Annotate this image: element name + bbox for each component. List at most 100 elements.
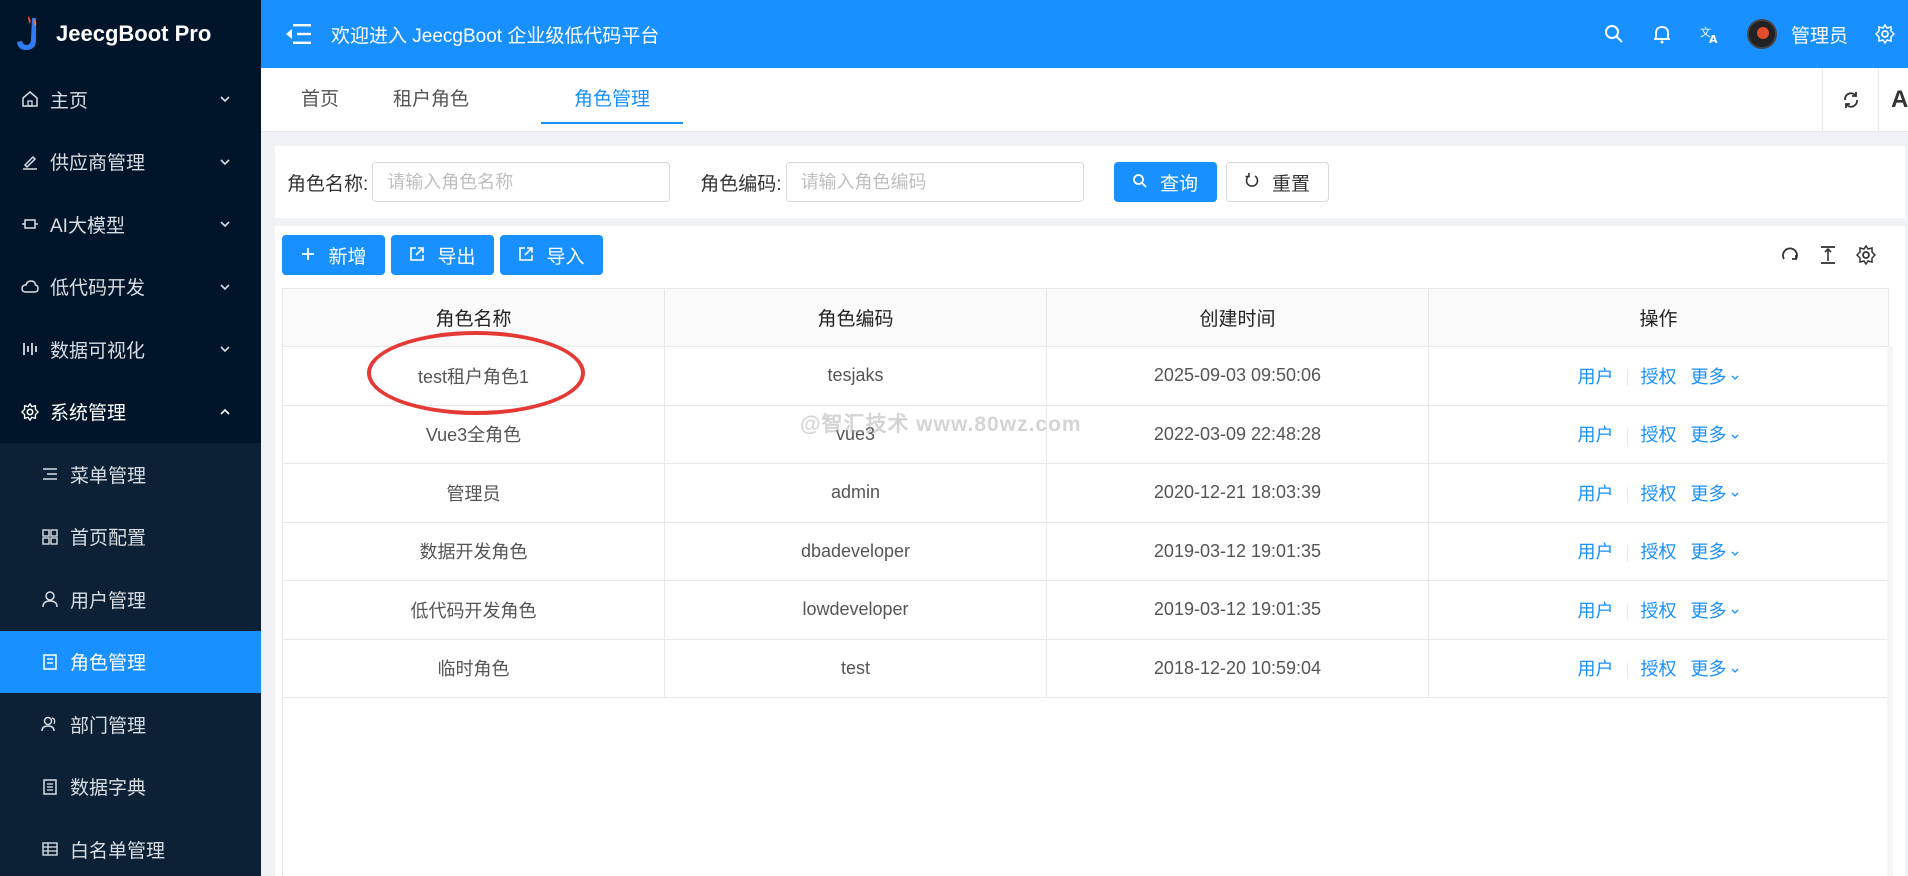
users-link[interactable]: 用户 [1578,659,1614,679]
authorize-link[interactable]: 授权 [1641,601,1677,621]
settings-icon[interactable] [1853,242,1879,268]
chevron-up-icon [220,408,230,415]
refresh-tab-button[interactable] [1822,68,1878,132]
more-dropdown[interactable]: 更多 [1691,601,1740,621]
role-name-input[interactable] [372,162,671,202]
users-link[interactable]: 用户 [1578,542,1614,562]
more-dropdown[interactable]: 更多 [1691,484,1740,504]
role-code-cell: lowdeveloper [664,580,1047,640]
sidebar-item-3[interactable]: 低代码开发 [0,256,261,319]
menu-list-icon [40,464,60,484]
add-button-label: 新增 [328,246,367,268]
username[interactable]: 管理员 [1791,21,1848,48]
sidebar-subitem-1[interactable]: 首页配置 [0,506,261,569]
department-icon [40,714,60,734]
dictionary-icon [40,777,60,797]
import-button[interactable]: 导入 [500,235,603,275]
import-icon [518,246,536,264]
table-row[interactable]: Vue3全角色 vue3 2022-03-09 22:48:28 用户 授权 更多 [282,405,1889,464]
table-scrollbar[interactable] [1887,346,1893,876]
actions-cell: 用户 授权 更多 [1428,463,1889,523]
sidebar-subitem-4[interactable]: 部门管理 [0,693,261,756]
action-divider [1626,545,1628,562]
ai-button[interactable]: Ai [1878,68,1908,132]
sidebar-subitem-label: 用户管理 [70,590,147,612]
table-row[interactable]: 临时角色 test 2018-12-20 10:59:04 用户 授权 更多 [282,639,1889,698]
column-header-role-name[interactable]: 角色名称 [282,288,665,347]
bell-icon[interactable] [1651,23,1673,45]
reset-button[interactable]: 重置 [1225,162,1329,202]
jeecg-logo-icon [17,16,37,50]
users-link[interactable]: 用户 [1578,367,1614,387]
sidebar-item-5[interactable]: 系统管理 [0,381,261,444]
sidebar-subitem-3[interactable]: 角色管理 [0,630,261,693]
chevron-down-icon [1731,375,1738,380]
table-icon [40,839,60,859]
table-row[interactable]: 管理员 admin 2020-12-21 18:03:39 用户 授权 更多 [282,463,1889,523]
authorize-link[interactable]: 授权 [1641,659,1677,679]
more-dropdown[interactable]: 更多 [1691,367,1740,387]
tab-role-management[interactable]: 角色管理 [541,68,683,124]
top-header: 欢迎进入 JeecgBoot 企业级低代码平台 文A 管理员 [261,0,1908,68]
sidebar-subitem-label: 菜单管理 [70,465,147,487]
query-button[interactable]: 查询 [1113,162,1217,202]
sidebar-subitem-0[interactable]: 菜单管理 [0,443,261,506]
role-icon [40,652,60,672]
users-link[interactable]: 用户 [1578,484,1614,504]
users-link[interactable]: 用户 [1578,601,1614,621]
role-name-cell: Vue3全角色 [282,405,665,464]
table-row[interactable]: 低代码开发角色 lowdeveloper 2019-03-12 19:01:35 用户… [282,580,1889,640]
more-label: 更多 [1690,483,1727,504]
chevron-down-icon [1731,551,1738,556]
reset-button-label: 重置 [1272,173,1311,195]
more-dropdown[interactable]: 更多 [1691,425,1740,445]
more-label: 更多 [1690,425,1727,446]
users-link[interactable]: 用户 [1578,425,1614,445]
table-row[interactable]: 数据开发角色 dbadeveloper 2019-03-12 19:01:35 用户 授… [282,522,1889,581]
column-header-role-code[interactable]: 角色编码 [664,288,1047,347]
avatar[interactable] [1746,19,1777,49]
export-button[interactable]: 导出 [391,235,494,275]
tab-tenant-role[interactable]: 租户角色 [371,68,491,124]
tab-home[interactable]: 首页 [283,68,357,124]
authorize-link[interactable]: 授权 [1641,542,1677,562]
more-dropdown[interactable]: 更多 [1691,659,1740,679]
gear-icon[interactable] [1874,23,1896,45]
cloud-icon [20,277,40,297]
sidebar: JeecgBoot Pro 主页 供应商管理 AI大模型 低代码开发 数据可视化 系统管理… [0,0,261,876]
created-time-cell: 2019-03-12 19:01:35 [1046,580,1429,640]
chevron-down-icon [220,221,230,228]
actions-cell: 用户 授权 更多 [1428,580,1889,640]
more-dropdown[interactable]: 更多 [1691,542,1740,562]
sidebar-item-4[interactable]: 数据可视化 [0,318,261,381]
collapse-menu-icon[interactable] [285,22,311,46]
sidebar-subitem-2[interactable]: 用户管理 [0,568,261,631]
authorize-link[interactable]: 授权 [1641,484,1677,504]
column-header-created-time[interactable]: 创建时间 [1046,288,1429,347]
authorize-link[interactable]: 授权 [1641,425,1677,445]
search-icon[interactable] [1603,23,1625,45]
refresh-icon[interactable] [1777,242,1803,268]
translate-icon[interactable]: 文A [1699,23,1721,45]
chevron-down-icon [220,96,230,103]
actions-cell: 用户 授权 更多 [1428,405,1889,464]
sidebar-item-label: 数据可视化 [50,340,146,362]
table-row[interactable]: test租户角色1 tesjaks 2025-09-03 09:50:06 用户 授权更… [282,346,1889,406]
welcome-text: 欢迎进入 JeecgBoot 企业级低代码平台 [331,25,660,47]
role-table: 角色名称 角色编码 创建时间 操作 test租户角色1 tesjaks 2025-0… [282,288,1889,698]
column-height-icon[interactable] [1815,242,1841,268]
action-divider [1626,487,1628,503]
sidebar-subitem-6[interactable]: 白名单管理 [0,818,261,876]
sidebar-item-label: 系统管理 [50,403,127,425]
role-name-cell: test租户角色1 [282,346,665,406]
sidebar-item-1[interactable]: 供应商管理 [0,131,261,194]
add-button[interactable]: 新增 [282,235,385,275]
sidebar-item-2[interactable]: AI大模型 [0,193,261,256]
role-code-cell: vue3 [664,405,1047,464]
action-divider [1626,428,1628,445]
role-code-input[interactable] [785,162,1084,202]
authorize-link[interactable]: 授权 [1641,367,1677,387]
chevron-down-icon [1731,609,1738,614]
sidebar-item-0[interactable]: 主页 [0,68,261,131]
sidebar-subitem-5[interactable]: 数据字典 [0,756,261,819]
